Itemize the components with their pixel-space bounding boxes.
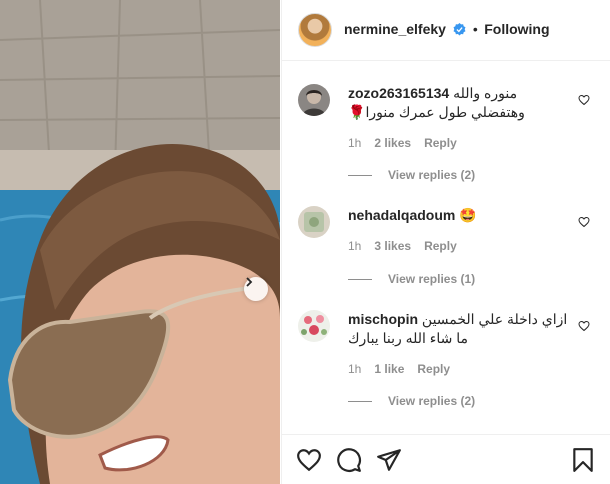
- heart-icon[interactable]: [296, 447, 322, 473]
- view-replies-button[interactable]: View replies (1): [348, 272, 475, 286]
- following-button[interactable]: Following: [484, 21, 549, 37]
- comment-text-line2: وهتفضلي طول عمرك منورا🌹: [348, 103, 570, 122]
- post-header: nermine_elfeky • Following: [282, 0, 610, 61]
- comment-text-line2-content: وهتفضلي طول عمرك منورا: [365, 104, 525, 120]
- comment-meta: 1h 1 like Reply: [348, 362, 450, 376]
- comment-meta: 1h 2 likes Reply: [348, 136, 457, 150]
- comment-text: منوره والله: [453, 85, 518, 101]
- bookmark-icon[interactable]: [570, 447, 596, 473]
- commenter-avatar[interactable]: [298, 310, 330, 342]
- photo-illustration: [0, 0, 280, 484]
- view-replies-label: View replies (2): [388, 394, 476, 408]
- comment-username[interactable]: mischopin: [348, 311, 418, 327]
- replies-divider: [348, 400, 372, 402]
- rose-emoji: 🌹: [348, 104, 366, 120]
- comment-text-line2: ما شاء الله ربنا يبارك: [348, 330, 469, 346]
- star-struck-emoji: 🤩: [459, 207, 477, 223]
- reply-button[interactable]: Reply: [417, 362, 450, 376]
- author-avatar[interactable]: [298, 13, 332, 47]
- author-line: nermine_elfeky • Following: [344, 21, 550, 39]
- comment-body: nehadalqadoum 🤩: [348, 206, 570, 225]
- replies-divider: [348, 174, 372, 176]
- comment-item: nehadalqadoum 🤩 1h 3 likes Reply View re…: [298, 206, 594, 296]
- heart-icon[interactable]: [578, 94, 590, 106]
- view-replies-button[interactable]: View replies (2): [348, 168, 475, 182]
- comment-icon[interactable]: [336, 447, 362, 473]
- comment-item: mischopin ازاي داخلة علي الخمسين ما شاء …: [298, 310, 594, 420]
- replies-divider: [348, 278, 372, 280]
- author-username[interactable]: nermine_elfeky: [344, 21, 446, 37]
- post-panel: nermine_elfeky • Following zozo263165134…: [281, 0, 610, 484]
- share-icon[interactable]: [376, 447, 402, 473]
- view-replies-label: View replies (1): [388, 272, 476, 286]
- comment-time[interactable]: 1h: [348, 136, 361, 150]
- action-bar: [282, 434, 610, 484]
- heart-icon[interactable]: [578, 320, 590, 332]
- comment-meta: 1h 3 likes Reply: [348, 239, 457, 253]
- chevron-right-icon: [246, 277, 253, 287]
- comment-likes[interactable]: 2 likes: [374, 136, 411, 150]
- comment-likes[interactable]: 1 like: [374, 362, 404, 376]
- comment-username[interactable]: zozo263165134: [348, 85, 449, 101]
- comment-item: zozo263165134 منوره والله وهتفضلي طول عم…: [298, 84, 594, 194]
- header-separator: •: [472, 21, 478, 37]
- comment-time[interactable]: 1h: [348, 239, 361, 253]
- verified-badge-icon: [453, 23, 466, 36]
- commenter-avatar[interactable]: [298, 206, 330, 238]
- post-photo: [0, 0, 280, 484]
- comment-body: zozo263165134 منوره والله وهتفضلي طول عم…: [348, 84, 570, 122]
- reply-button[interactable]: Reply: [424, 136, 457, 150]
- commenter-avatar[interactable]: [298, 84, 330, 116]
- view-replies-button[interactable]: View replies (2): [348, 394, 475, 408]
- comment-body: mischopin ازاي داخلة علي الخمسين ما شاء …: [348, 310, 570, 348]
- comment-username[interactable]: nehadalqadoum: [348, 207, 455, 223]
- heart-icon[interactable]: [578, 216, 590, 228]
- reply-button[interactable]: Reply: [424, 239, 457, 253]
- view-replies-label: View replies (2): [388, 168, 476, 182]
- comment-likes[interactable]: 3 likes: [374, 239, 411, 253]
- comment-time[interactable]: 1h: [348, 362, 361, 376]
- comment-text: ازاي داخلة علي الخمسين: [421, 311, 568, 327]
- carousel-next-button[interactable]: [244, 277, 268, 301]
